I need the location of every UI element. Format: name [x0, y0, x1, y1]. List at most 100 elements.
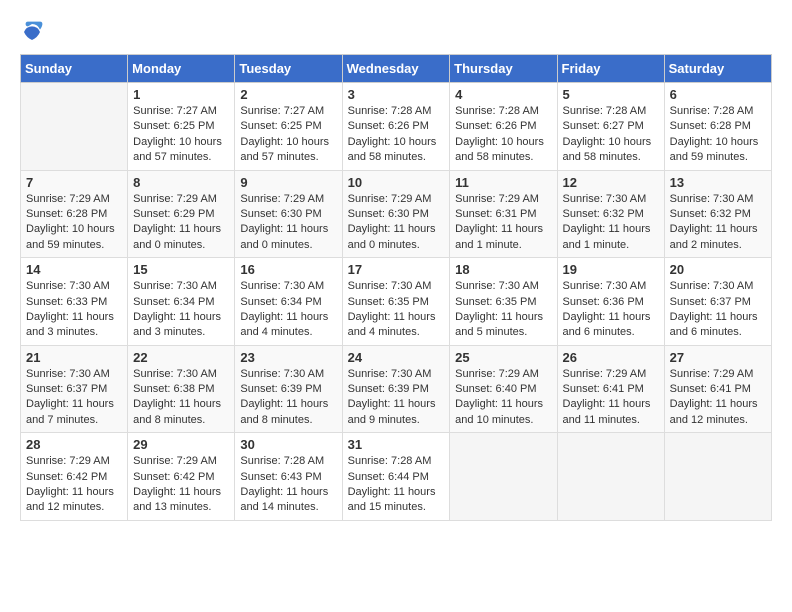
day-number: 29: [133, 437, 229, 452]
day-number: 10: [348, 175, 445, 190]
calendar-cell: [664, 433, 771, 521]
calendar-cell: 31 Sunrise: 7:28 AM Sunset: 6:44 PM Dayli…: [342, 433, 450, 521]
day-info: Sunrise: 7:30 AM Sunset: 6:39 PM Dayligh…: [240, 367, 336, 429]
calendar-cell: 22Sunrise: 7:30 AM Sunset: 6:38 PM Dayli…: [128, 345, 235, 433]
calendar-cell: 30 Sunrise: 7:28 AM Sunset: 6:43 PM Dayli…: [235, 433, 342, 521]
calendar-cell: 28Sunrise: 7:29 AM Sunset: 6:42 PM Dayli…: [21, 433, 128, 521]
calendar-cell: 20 Sunrise: 7:30 AM Sunset: 6:37 PM Dayli…: [664, 258, 771, 346]
calendar-cell: 16 Sunrise: 7:30 AM Sunset: 6:34 PM Dayli…: [235, 258, 342, 346]
calendar-cell: 27 Sunrise: 7:29 AM Sunset: 6:41 PM Dayli…: [664, 345, 771, 433]
calendar-week-row: 1 Sunrise: 7:27 AM Sunset: 6:25 PM Daylig…: [21, 83, 772, 171]
day-info: Sunrise: 7:27 AM Sunset: 6:25 PM Dayligh…: [133, 104, 229, 166]
day-number: 3: [348, 87, 445, 102]
day-info: Sunrise: 7:29 AM Sunset: 6:28 PM Dayligh…: [26, 192, 122, 254]
day-number: 25: [455, 350, 551, 365]
day-info: Sunrise: 7:30 AM Sunset: 6:35 PM Dayligh…: [455, 279, 551, 341]
day-info: Sunrise: 7:28 AM Sunset: 6:26 PM Dayligh…: [348, 104, 445, 166]
day-number: 4: [455, 87, 551, 102]
calendar-cell: 4 Sunrise: 7:28 AM Sunset: 6:26 PM Daylig…: [450, 83, 557, 171]
calendar-cell: 10 Sunrise: 7:29 AM Sunset: 6:30 PM Dayli…: [342, 170, 450, 258]
calendar-cell: 5 Sunrise: 7:28 AM Sunset: 6:27 PM Daylig…: [557, 83, 664, 171]
day-info: Sunrise: 7:29 AM Sunset: 6:31 PM Dayligh…: [455, 192, 551, 254]
day-number: 31: [348, 437, 445, 452]
day-info: Sunrise: 7:29 AM Sunset: 6:40 PM Dayligh…: [455, 367, 551, 429]
day-number: 6: [670, 87, 766, 102]
day-info: Sunrise: 7:29 AM Sunset: 6:41 PM Dayligh…: [670, 367, 766, 429]
day-number: 2: [240, 87, 336, 102]
day-info: Sunrise: 7:30 AM Sunset: 6:37 PM Dayligh…: [26, 367, 122, 429]
day-number: 21: [26, 350, 122, 365]
calendar-cell: 13Sunrise: 7:30 AM Sunset: 6:32 PM Dayli…: [664, 170, 771, 258]
calendar-cell: 1 Sunrise: 7:27 AM Sunset: 6:25 PM Daylig…: [128, 83, 235, 171]
day-number: 18: [455, 262, 551, 277]
calendar-week-row: 14 Sunrise: 7:30 AM Sunset: 6:33 PM Dayli…: [21, 258, 772, 346]
day-number: 30: [240, 437, 336, 452]
calendar-cell: [557, 433, 664, 521]
day-info: Sunrise: 7:27 AM Sunset: 6:25 PM Dayligh…: [240, 104, 336, 166]
day-info: Sunrise: 7:30 AM Sunset: 6:36 PM Dayligh…: [563, 279, 659, 341]
day-number: 17: [348, 262, 445, 277]
calendar-cell: 14 Sunrise: 7:30 AM Sunset: 6:33 PM Dayli…: [21, 258, 128, 346]
day-info: Sunrise: 7:28 AM Sunset: 6:26 PM Dayligh…: [455, 104, 551, 166]
calendar-cell: [450, 433, 557, 521]
calendar-cell: 2 Sunrise: 7:27 AM Sunset: 6:25 PM Daylig…: [235, 83, 342, 171]
day-number: 28: [26, 437, 122, 452]
calendar-cell: 25 Sunrise: 7:29 AM Sunset: 6:40 PM Dayli…: [450, 345, 557, 433]
calendar-cell: 19 Sunrise: 7:30 AM Sunset: 6:36 PM Dayli…: [557, 258, 664, 346]
day-number: 20: [670, 262, 766, 277]
day-info: Sunrise: 7:29 AM Sunset: 6:30 PM Dayligh…: [348, 192, 445, 254]
day-number: 19: [563, 262, 659, 277]
calendar-header-friday: Friday: [557, 55, 664, 83]
calendar-header-monday: Monday: [128, 55, 235, 83]
day-info: Sunrise: 7:28 AM Sunset: 6:44 PM Dayligh…: [348, 454, 445, 516]
calendar-header-thursday: Thursday: [450, 55, 557, 83]
day-number: 7: [26, 175, 122, 190]
calendar-cell: 3 Sunrise: 7:28 AM Sunset: 6:26 PM Daylig…: [342, 83, 450, 171]
logo: [20, 20, 48, 44]
day-number: 15: [133, 262, 229, 277]
day-number: 22: [133, 350, 229, 365]
day-info: Sunrise: 7:30 AM Sunset: 6:32 PM Dayligh…: [670, 192, 766, 254]
calendar-week-row: 28Sunrise: 7:29 AM Sunset: 6:42 PM Dayli…: [21, 433, 772, 521]
day-number: 26: [563, 350, 659, 365]
day-info: Sunrise: 7:30 AM Sunset: 6:32 PM Dayligh…: [563, 192, 659, 254]
day-info: Sunrise: 7:30 AM Sunset: 6:33 PM Dayligh…: [26, 279, 122, 341]
calendar-header-row: SundayMondayTuesdayWednesdayThursdayFrid…: [21, 55, 772, 83]
calendar-header-saturday: Saturday: [664, 55, 771, 83]
calendar-week-row: 21 Sunrise: 7:30 AM Sunset: 6:37 PM Dayli…: [21, 345, 772, 433]
day-number: 24: [348, 350, 445, 365]
calendar-cell: 18 Sunrise: 7:30 AM Sunset: 6:35 PM Dayli…: [450, 258, 557, 346]
calendar-cell: 12 Sunrise: 7:30 AM Sunset: 6:32 PM Dayli…: [557, 170, 664, 258]
calendar-cell: 17 Sunrise: 7:30 AM Sunset: 6:35 PM Dayli…: [342, 258, 450, 346]
day-number: 14: [26, 262, 122, 277]
calendar-week-row: 7 Sunrise: 7:29 AM Sunset: 6:28 PM Daylig…: [21, 170, 772, 258]
calendar-cell: 7 Sunrise: 7:29 AM Sunset: 6:28 PM Daylig…: [21, 170, 128, 258]
day-number: 5: [563, 87, 659, 102]
day-number: 23: [240, 350, 336, 365]
day-info: Sunrise: 7:30 AM Sunset: 6:35 PM Dayligh…: [348, 279, 445, 341]
day-info: Sunrise: 7:28 AM Sunset: 6:28 PM Dayligh…: [670, 104, 766, 166]
calendar-cell: 8Sunrise: 7:29 AM Sunset: 6:29 PM Daylig…: [128, 170, 235, 258]
page-header: [20, 20, 772, 44]
day-info: Sunrise: 7:30 AM Sunset: 6:34 PM Dayligh…: [133, 279, 229, 341]
day-info: Sunrise: 7:29 AM Sunset: 6:41 PM Dayligh…: [563, 367, 659, 429]
day-number: 1: [133, 87, 229, 102]
day-info: Sunrise: 7:28 AM Sunset: 6:43 PM Dayligh…: [240, 454, 336, 516]
calendar-cell: [21, 83, 128, 171]
calendar-header-tuesday: Tuesday: [235, 55, 342, 83]
calendar-cell: 21 Sunrise: 7:30 AM Sunset: 6:37 PM Dayli…: [21, 345, 128, 433]
day-info: Sunrise: 7:28 AM Sunset: 6:27 PM Dayligh…: [563, 104, 659, 166]
day-info: Sunrise: 7:30 AM Sunset: 6:37 PM Dayligh…: [670, 279, 766, 341]
logo-icon: [20, 20, 44, 44]
day-number: 27: [670, 350, 766, 365]
day-info: Sunrise: 7:30 AM Sunset: 6:34 PM Dayligh…: [240, 279, 336, 341]
day-number: 16: [240, 262, 336, 277]
calendar-cell: 6 Sunrise: 7:28 AM Sunset: 6:28 PM Daylig…: [664, 83, 771, 171]
day-number: 12: [563, 175, 659, 190]
calendar-cell: 11 Sunrise: 7:29 AM Sunset: 6:31 PM Dayli…: [450, 170, 557, 258]
calendar-cell: 26 Sunrise: 7:29 AM Sunset: 6:41 PM Dayli…: [557, 345, 664, 433]
calendar-cell: 24 Sunrise: 7:30 AM Sunset: 6:39 PM Dayli…: [342, 345, 450, 433]
day-number: 11: [455, 175, 551, 190]
day-number: 9: [240, 175, 336, 190]
day-info: Sunrise: 7:30 AM Sunset: 6:39 PM Dayligh…: [348, 367, 445, 429]
